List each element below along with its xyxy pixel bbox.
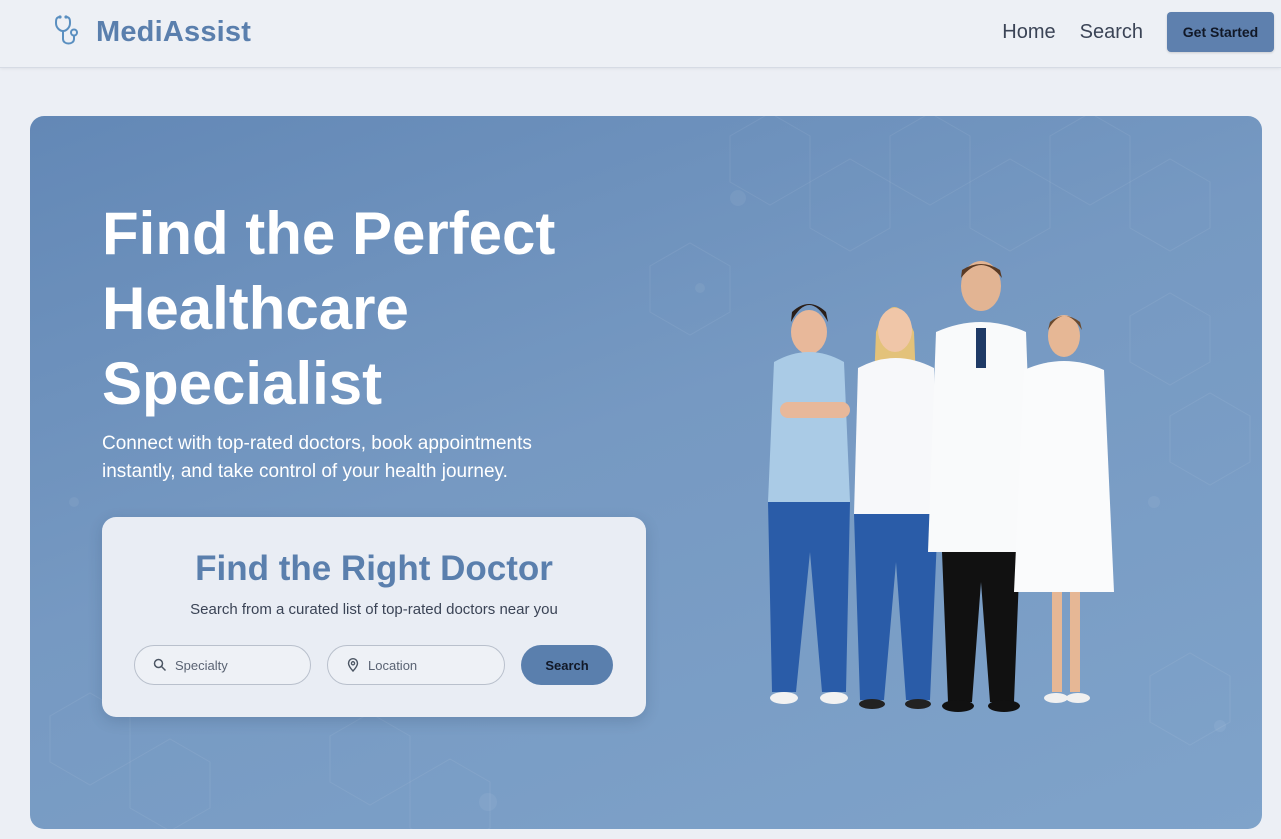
doctor-2 [854,307,938,709]
doctor-3 [928,261,1034,712]
get-started-button[interactable]: Get Started [1167,12,1274,52]
top-navbar: MediAssist Home Search Get Started [0,0,1281,68]
search-card-title: Find the Right Doctor [195,549,553,588]
search-card-subtitle: Search from a curated list of top-rated … [190,601,558,618]
hero-title: Find the Perfect Healthcare Specialist [102,200,556,417]
specialty-field[interactable] [134,645,311,685]
search-icon [153,658,167,672]
hero-banner: Find the Perfect Healthcare Specialist C… [30,116,1262,829]
nav-home-link[interactable]: Home [1002,21,1055,44]
stethoscope-icon [54,15,78,45]
location-field[interactable] [327,645,505,685]
doctor-search-card: Find the Right Doctor Search from a cura… [102,517,646,717]
location-input[interactable] [368,657,488,673]
nav-search-link[interactable]: Search [1080,21,1143,44]
specialty-input[interactable] [175,657,295,673]
location-pin-icon [347,658,359,672]
doctor-4 [1014,315,1114,703]
main-nav: Home Search Get Started [1002,12,1274,52]
search-button[interactable]: Search [521,645,613,685]
doctors-group-photo [768,261,1114,712]
brand-logo[interactable]: MediAssist [52,14,251,50]
doctor-1 [768,304,850,704]
hero-subtitle: Connect with top-rated doctors, book app… [102,433,532,482]
brand-name: MediAssist [96,15,252,48]
